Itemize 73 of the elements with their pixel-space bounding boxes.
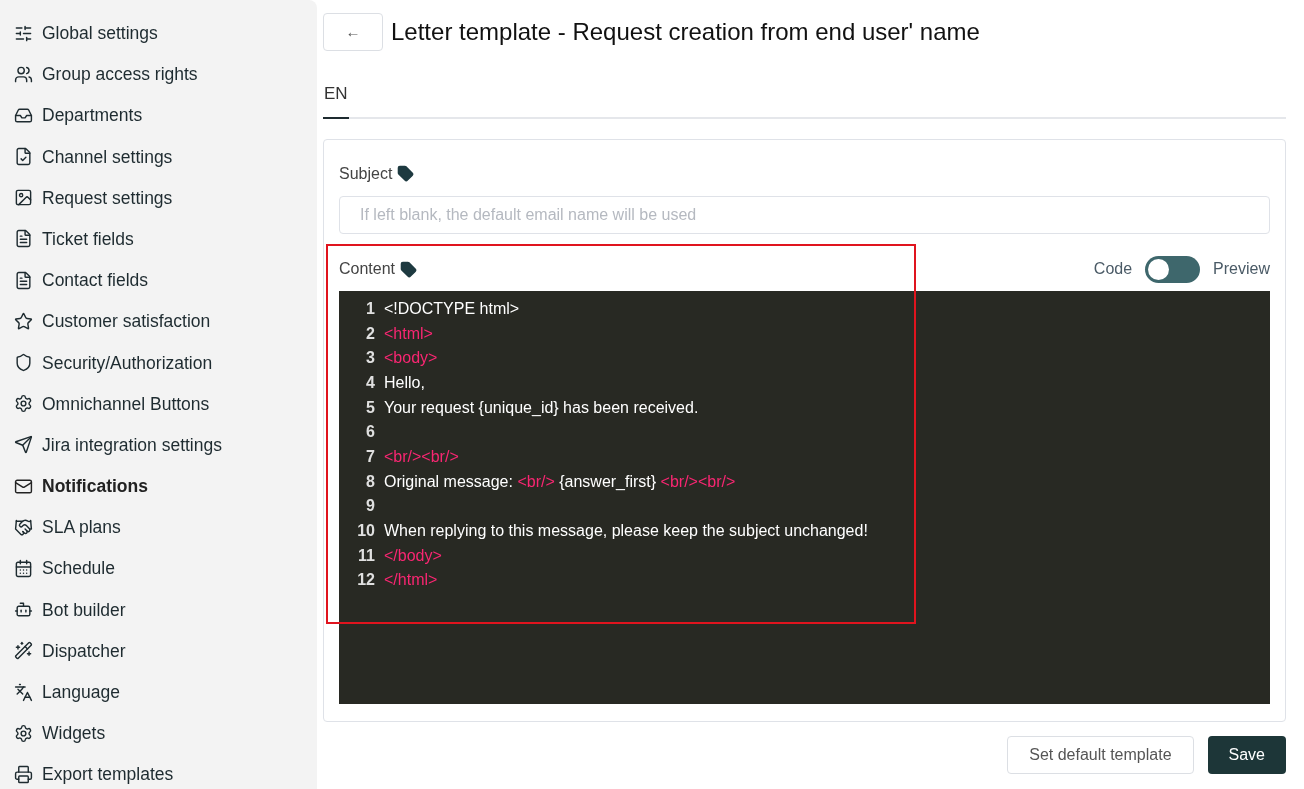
code-label: Code (1093, 259, 1133, 279)
sidebar-item[interactable]: Contact fields (14, 268, 317, 293)
back-button[interactable]: ← (323, 13, 383, 51)
code-line: </html> (384, 570, 438, 591)
sidebar-item[interactable]: Export templates (14, 762, 317, 787)
code-line: <br/><br/> (384, 446, 459, 467)
code-line: <html> (384, 323, 433, 344)
line-number: 12 (356, 570, 375, 591)
document-check-icon (14, 147, 33, 167)
line-number: 10 (356, 521, 375, 542)
preview-label: Preview (1213, 259, 1270, 279)
sliders-icon (14, 23, 33, 43)
line-number: 3 (365, 348, 375, 369)
sidebar-item[interactable]: SLA plans (14, 515, 317, 540)
line-number: 5 (365, 397, 375, 418)
sidebar-item[interactable]: Omnichannel Buttons (14, 391, 317, 416)
code-line: <!DOCTYPE html> (384, 298, 520, 319)
robot-icon (14, 600, 33, 620)
page-title: Letter template - Request creation from end user' name (391, 17, 980, 47)
printer-icon (14, 764, 33, 784)
sidebar-item[interactable]: Widgets (14, 721, 317, 746)
default-template-button[interactable]: Set default template (1007, 735, 1194, 774)
gear-icon (14, 394, 33, 414)
tag-icon (397, 165, 415, 182)
line-number: 8 (365, 471, 375, 492)
shield-icon (14, 353, 33, 372)
sidebar-item[interactable]: Notifications (14, 474, 317, 499)
save-button[interactable]: Save (1207, 735, 1286, 774)
sidebar-item[interactable]: Bot builder (14, 597, 317, 622)
tag-icon (400, 260, 418, 278)
sidebar-item[interactable]: Group access rights (14, 62, 317, 87)
sidebar-item[interactable]: Departments (14, 103, 317, 128)
inbox-icon (14, 105, 33, 125)
people-icon (14, 64, 33, 84)
gear-icon (14, 723, 33, 743)
code-line: Your request {unique_id} has been received. (384, 397, 699, 418)
line-number: 7 (365, 446, 375, 467)
calendar-icon (14, 558, 33, 578)
sidebar-item[interactable]: Jira integration settings (14, 432, 317, 457)
document-icon (14, 229, 33, 249)
code-line: When replying to this message, please keep the subject unchanged! (384, 521, 868, 542)
code-line: </body> (384, 545, 442, 566)
language-tab[interactable]: EN (323, 81, 349, 119)
sidebar-item[interactable]: Request settings (14, 185, 317, 210)
language-icon (14, 682, 33, 702)
sidebar-item[interactable]: Ticket fields (14, 226, 317, 251)
document-icon (14, 270, 33, 290)
line-number: 11 (357, 545, 375, 566)
line-number: 4 (365, 372, 375, 393)
sidebar-item[interactable]: Dispatcher (14, 638, 317, 663)
sidebar-item[interactable]: Channel settings (14, 144, 317, 169)
star-icon (14, 311, 33, 331)
envelope-icon (14, 476, 33, 496)
line-number: 9 (365, 496, 375, 517)
sidebar-item[interactable]: Security/Authorization (14, 350, 317, 375)
code-line: Hello, (384, 372, 425, 393)
code-editor[interactable] (339, 290, 1270, 704)
subject-input-field[interactable]: If left blank, the default email name will be used (339, 195, 1270, 234)
view-toggle[interactable] (1145, 255, 1201, 283)
line-number: 2 (365, 323, 375, 344)
image-icon (14, 188, 33, 208)
wand-icon (14, 641, 33, 661)
content-label: Content (339, 259, 396, 279)
sidebar-item[interactable]: Schedule (14, 556, 317, 581)
sidebar-item[interactable]: Global settings (14, 21, 317, 45)
line-number: 6 (365, 422, 375, 443)
handshake-icon (14, 517, 33, 537)
sidebar-item[interactable]: Customer satisfaction (14, 309, 317, 334)
code-line: Original message: <br/> {answer_first} <br/><br/> (384, 471, 736, 492)
subject-label: Subject (339, 163, 393, 184)
sidebar-item[interactable]: Language (14, 680, 317, 704)
line-number: 1 (365, 298, 375, 319)
code-line: <body> (384, 348, 438, 369)
